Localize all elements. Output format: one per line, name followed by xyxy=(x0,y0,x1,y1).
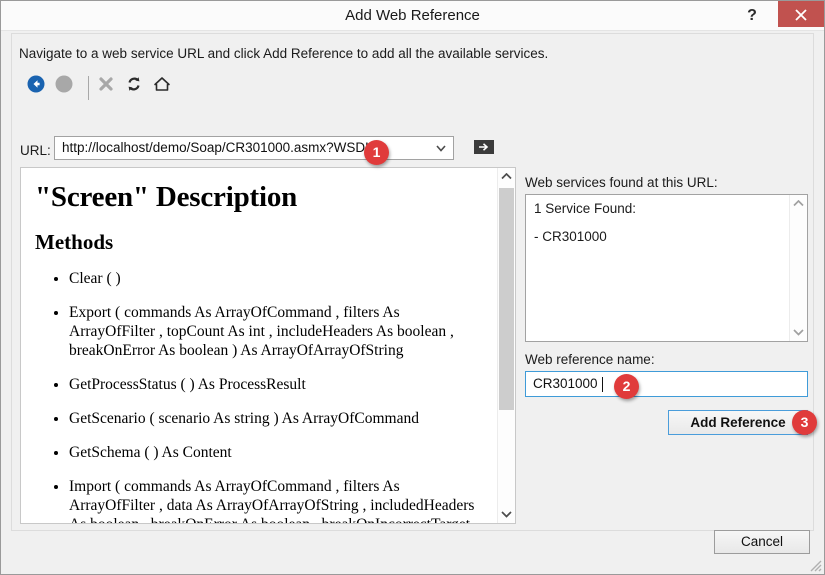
list-item: Clear ( ) xyxy=(69,269,485,288)
text-caret xyxy=(602,377,603,392)
list-item: Export ( commands As ArrayOfCommand , fi… xyxy=(69,303,485,360)
chevron-down-icon xyxy=(436,145,446,152)
annotation-badge-3: 3 xyxy=(792,410,817,435)
window-title: Add Web Reference xyxy=(345,7,480,24)
url-dropdown-button[interactable] xyxy=(431,137,451,159)
list-item: GetProcessStatus ( ) As ProcessResult xyxy=(69,375,485,394)
services-list-box[interactable]: 1 Service Found: - CR301000 xyxy=(525,194,808,342)
preview-scrollbar[interactable] xyxy=(497,168,515,523)
annotation-badge-2: 2 xyxy=(614,374,639,399)
close-button[interactable] xyxy=(778,1,824,27)
scroll-up-button[interactable] xyxy=(498,168,515,185)
content-panel: Navigate to a web service URL and click … xyxy=(11,33,817,531)
web-reference-name-field[interactable]: CR301000 xyxy=(525,371,808,397)
close-x-icon xyxy=(795,9,807,21)
cancel-label: Cancel xyxy=(740,534,784,549)
home-button[interactable] xyxy=(152,74,178,102)
url-label: URL: xyxy=(20,143,51,158)
add-reference-button[interactable]: Add Reference xyxy=(668,410,808,435)
list-item: Import ( commands As ArrayOfCommand , fi… xyxy=(69,477,485,523)
services-scrollbar[interactable] xyxy=(789,195,807,341)
scrollbar-thumb[interactable] xyxy=(499,188,514,410)
wsdl-document-body: "Screen" Description Methods Clear ( ) E… xyxy=(21,168,499,523)
refresh-icon xyxy=(128,77,140,91)
list-item: GetScenario ( scenario As string ) As Ar… xyxy=(69,409,485,428)
services-found-text: 1 Service Found: xyxy=(534,201,637,216)
title-bar: Add Web Reference ? xyxy=(1,1,824,31)
annotation-badge-1: 1 xyxy=(364,140,389,165)
url-combobox[interactable]: http://localhost/demo/Soap/CR301000.asmx… xyxy=(54,136,454,160)
home-icon xyxy=(154,77,170,91)
add-reference-label: Add Reference xyxy=(690,415,786,430)
document-title: "Screen" Description xyxy=(35,181,298,213)
screen-description-document: "Screen" Description Methods Clear ( ) E… xyxy=(21,168,499,523)
scroll-down-button[interactable] xyxy=(498,506,515,523)
go-button[interactable] xyxy=(474,140,494,154)
instruction-text: Navigate to a web service URL and click … xyxy=(19,46,549,61)
browser-toolbar xyxy=(20,74,200,106)
wsdl-preview-pane: "Screen" Description Methods Clear ( ) E… xyxy=(20,167,516,524)
chevron-down-icon xyxy=(501,511,512,518)
back-button[interactable] xyxy=(26,74,52,102)
chevron-up-icon xyxy=(501,173,512,180)
cancel-button[interactable]: Cancel xyxy=(714,530,810,554)
url-input-value[interactable]: http://localhost/demo/Soap/CR301000.asmx… xyxy=(62,140,373,155)
chevron-up-icon xyxy=(793,200,804,207)
add-web-reference-dialog: Add Web Reference ? Navigate to a web se… xyxy=(0,0,825,575)
resize-grip-icon[interactable] xyxy=(808,558,822,572)
help-button[interactable]: ? xyxy=(738,2,766,29)
toolbar-separator xyxy=(88,76,89,100)
document-subtitle: Methods xyxy=(35,230,114,254)
methods-list: Clear ( ) Export ( commands As ArrayOfCo… xyxy=(35,269,485,523)
stop-button xyxy=(96,74,122,102)
forward-arrow-circle-icon xyxy=(55,75,73,93)
list-item: GetSchema ( ) As Content xyxy=(69,443,485,462)
go-arrow-icon xyxy=(479,143,489,151)
web-reference-name-label: Web reference name: xyxy=(525,352,655,367)
list-item[interactable]: - CR301000 xyxy=(534,229,607,244)
services-label: Web services found at this URL: xyxy=(525,175,718,190)
scroll-down-button[interactable] xyxy=(790,324,807,341)
web-reference-name-value[interactable]: CR301000 xyxy=(533,376,598,391)
stop-x-icon xyxy=(99,77,113,91)
forward-button xyxy=(54,74,80,102)
scroll-up-button[interactable] xyxy=(790,195,807,212)
refresh-button[interactable] xyxy=(124,74,150,102)
back-arrow-circle-icon xyxy=(27,75,45,93)
chevron-down-icon xyxy=(793,329,804,336)
